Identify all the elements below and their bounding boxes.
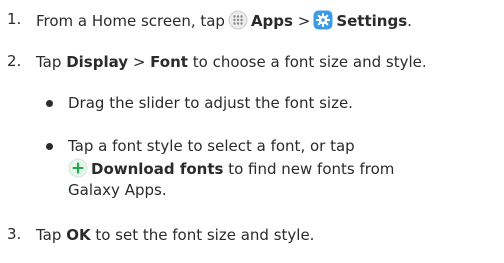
step-text: Tap Display > Font to choose a font size… — [36, 53, 427, 71]
bullet-text: Tap a font style to select a font, or ta… — [68, 137, 355, 155]
step-text: From a Home screen, tap Apps > Settings. — [36, 10, 412, 35]
bullet-text: Galaxy Apps. — [68, 181, 167, 199]
bullet-dot — [46, 100, 53, 107]
apps-grid-icon — [228, 10, 248, 35]
bullet-text: Drag the slider to adjust the font size. — [68, 94, 353, 112]
step-text: Tap OK to set the font size and style. — [36, 226, 315, 244]
bullet-dot — [46, 143, 53, 150]
settings-gear-icon — [313, 10, 333, 35]
step-number: 1. — [7, 10, 22, 28]
step-number: 2. — [7, 52, 22, 70]
step-number: 3. — [7, 225, 22, 243]
